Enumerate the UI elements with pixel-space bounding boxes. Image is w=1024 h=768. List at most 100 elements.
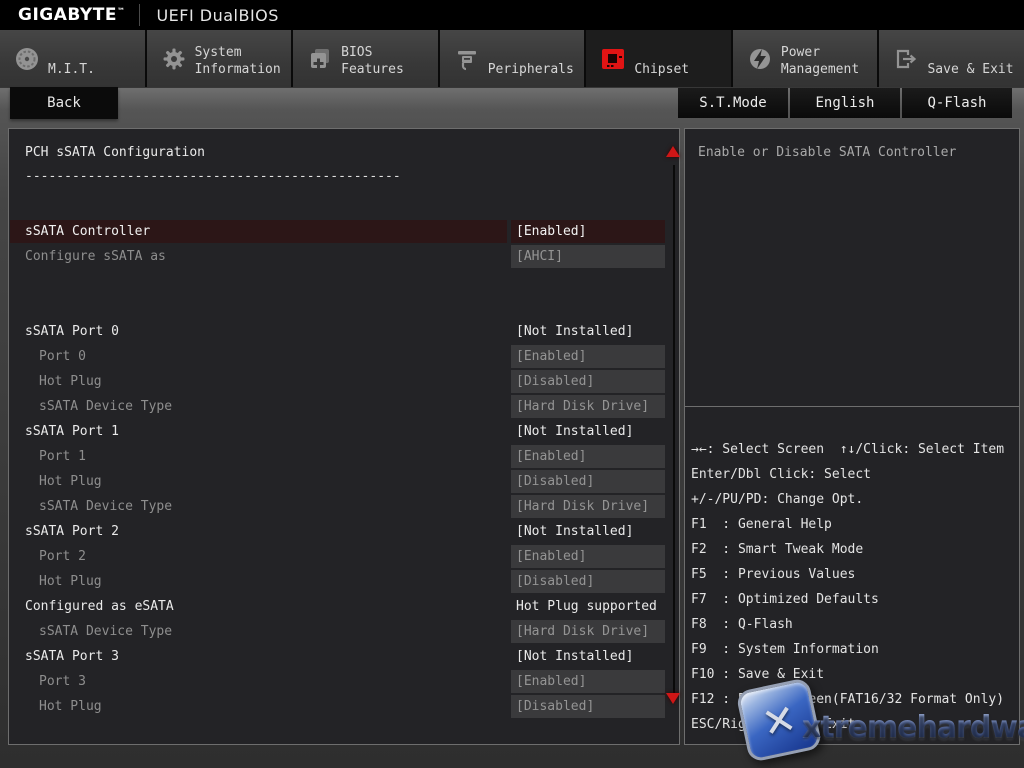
setting-label: sSATA Port 2 <box>10 520 507 543</box>
quick-buttons: S.T.ModeEnglishQ-Flash <box>678 88 1012 118</box>
setting-row[interactable]: Port 1[Enabled] <box>10 444 666 469</box>
tab-label-line: Peripherals <box>488 61 574 78</box>
scrollbar-track[interactable] <box>673 165 675 693</box>
setting-label: sSATA Port 3 <box>10 645 507 668</box>
setting-row[interactable]: sSATA Port 1[Not Installed] <box>10 419 666 444</box>
setting-value[interactable]: [Disabled] <box>511 570 665 593</box>
help-divider <box>685 406 1019 407</box>
setting-label: sSATA Port 0 <box>10 320 507 343</box>
header-divider <box>139 4 140 26</box>
setting-value[interactable]: [Enabled] <box>511 345 665 368</box>
setting-row[interactable]: sSATA Port 0[Not Installed] <box>10 319 666 344</box>
shortcut-line: F5 : Previous Values <box>691 562 1017 587</box>
shortcut-line: F1 : General Help <box>691 512 1017 537</box>
setting-label: Configured as eSATA <box>10 595 507 618</box>
setting-label: Hot Plug <box>10 570 507 593</box>
tab-label: Save & Exit <box>927 40 1013 78</box>
setting-value: Hot Plug supported <box>511 595 665 618</box>
shortcut-line: F9 : System Information <box>691 637 1017 662</box>
setting-row[interactable]: Port 3[Enabled] <box>10 669 666 694</box>
product-name: UEFI DualBIOS <box>156 6 278 25</box>
back-button[interactable]: Back <box>10 87 118 119</box>
setting-row[interactable]: Hot Plug[Disabled] <box>10 369 666 394</box>
system-info-icon <box>157 46 191 72</box>
setting-label: sSATA Device Type <box>10 620 507 643</box>
tab-label: M.I.T. <box>48 40 95 78</box>
bios-screen: GIGABYTE™ UEFI DualBIOS M.I.T. SystemInfo… <box>0 0 1024 768</box>
power-icon <box>743 46 777 72</box>
setting-label: Port 1 <box>10 445 507 468</box>
gigabyte-logo: GIGABYTE™ <box>18 5 125 25</box>
shortcut-list: →←: Select Screen ↑↓/Click: Select ItemE… <box>691 437 1017 737</box>
setting-label: Port 3 <box>10 670 507 693</box>
tab-label-line: Chipset <box>634 61 689 78</box>
setting-value[interactable]: [Enabled] <box>511 445 665 468</box>
tab-m-i-t-[interactable]: M.I.T. <box>0 30 145 87</box>
setting-row[interactable]: Configured as eSATAHot Plug supported <box>10 594 666 619</box>
setting-value[interactable]: [AHCI] <box>511 245 665 268</box>
english-button[interactable]: English <box>790 88 900 118</box>
shortcut-line: →←: Select Screen ↑↓/Click: Select Item <box>691 437 1017 462</box>
setting-row[interactable]: sSATA Device Type[Hard Disk Drive] <box>10 394 666 419</box>
setting-row[interactable]: Hot Plug[Disabled] <box>10 469 666 494</box>
setting-value[interactable]: [Disabled] <box>511 695 665 718</box>
tab-label: PowerManagement <box>781 40 859 78</box>
setting-value[interactable]: [Hard Disk Drive] <box>511 395 665 418</box>
setting-value[interactable]: [Hard Disk Drive] <box>511 620 665 643</box>
tab-label-line: Management <box>781 61 859 78</box>
setting-value: [Not Installed] <box>511 320 665 343</box>
setting-value[interactable]: [Disabled] <box>511 370 665 393</box>
setting-value: [Not Installed] <box>511 420 665 443</box>
setting-row[interactable]: sSATA Port 2[Not Installed] <box>10 519 666 544</box>
setting-value[interactable]: [Enabled] <box>511 220 665 243</box>
setting-row[interactable]: sSATA Port 3[Not Installed] <box>10 644 666 669</box>
setting-value[interactable]: [Enabled] <box>511 670 665 693</box>
setting-row[interactable]: sSATA Device Type[Hard Disk Drive] <box>10 494 666 519</box>
setting-value[interactable]: [Disabled] <box>511 470 665 493</box>
tab-bios-features[interactable]: BIOSFeatures <box>293 30 438 87</box>
watermark-text: xtremehardware.com <box>802 710 1024 745</box>
tab-label: Peripherals <box>488 40 574 78</box>
tab-label: Chipset <box>634 40 689 78</box>
scroll-down-arrow[interactable] <box>666 693 680 704</box>
scroll-up-arrow[interactable] <box>666 146 680 157</box>
help-text: Enable or Disable SATA Controller <box>698 145 1008 160</box>
tab-label-line: Save & Exit <box>927 61 1013 78</box>
settings-panel: PCH sSATA Configuration ----------------… <box>8 128 680 745</box>
setting-row[interactable]: Hot Plug[Disabled] <box>10 569 666 594</box>
tab-peripherals[interactable]: Peripherals <box>440 30 585 87</box>
tab-save-exit[interactable]: Save & Exit <box>879 30 1024 87</box>
setting-label: sSATA Controller <box>10 220 507 243</box>
trademark-symbol: ™ <box>117 6 126 15</box>
q-flash-button[interactable]: Q-Flash <box>902 88 1012 118</box>
shortcut-line: F10 : Save & Exit <box>691 662 1017 687</box>
setting-label: sSATA Device Type <box>10 495 507 518</box>
setting-label: Hot Plug <box>10 470 507 493</box>
tab-label: SystemInformation <box>195 40 281 78</box>
tab-label-line: Information <box>195 61 281 78</box>
setting-row[interactable]: Hot Plug[Disabled] <box>10 694 666 719</box>
tab-power-management[interactable]: PowerManagement <box>733 30 878 87</box>
setting-row[interactable]: sSATA Device Type[Hard Disk Drive] <box>10 619 666 644</box>
tab-label-line: M.I.T. <box>48 61 95 78</box>
setting-row[interactable]: Port 2[Enabled] <box>10 544 666 569</box>
setting-row[interactable]: Port 0[Enabled] <box>10 344 666 369</box>
setting-row[interactable]: Configure sSATA as[AHCI] <box>10 244 666 269</box>
tab-chipset[interactable]: Chipset <box>586 30 731 87</box>
bios-features-icon <box>303 46 337 72</box>
setting-label: Port 2 <box>10 545 507 568</box>
mit-icon <box>10 46 44 72</box>
tab-bar: M.I.T. SystemInformation BIOSFeatures Perip… <box>0 30 1024 87</box>
tab-label-line: Power <box>781 44 859 61</box>
s-t-mode-button[interactable]: S.T.Mode <box>678 88 788 118</box>
setting-value: [Not Installed] <box>511 645 665 668</box>
tab-system-information[interactable]: SystemInformation <box>147 30 292 87</box>
setting-value[interactable]: [Enabled] <box>511 545 665 568</box>
setting-label: Configure sSATA as <box>10 245 507 268</box>
shortcut-line: F2 : Smart Tweak Mode <box>691 537 1017 562</box>
title-underline: ----------------------------------------… <box>25 169 401 184</box>
peripherals-icon <box>450 46 484 72</box>
setting-value[interactable]: [Hard Disk Drive] <box>511 495 665 518</box>
tab-label-line: Features <box>341 61 404 78</box>
setting-row[interactable]: sSATA Controller[Enabled] <box>10 219 666 244</box>
